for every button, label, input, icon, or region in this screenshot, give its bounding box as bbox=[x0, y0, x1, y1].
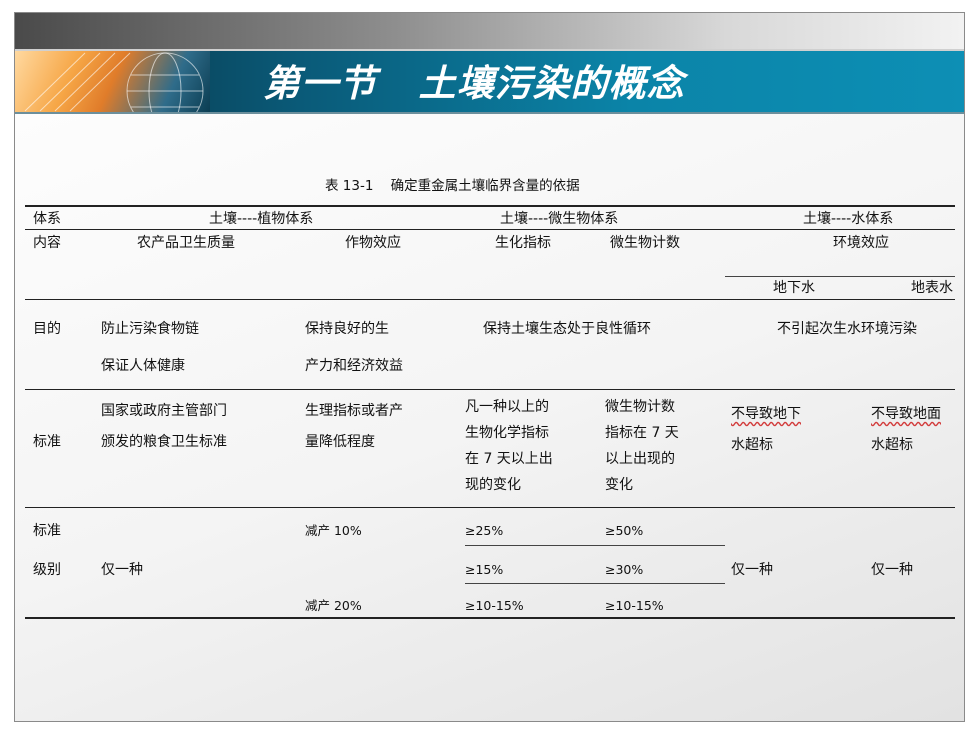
level-sub-rule bbox=[465, 545, 725, 546]
row-rule bbox=[25, 389, 955, 390]
standard-ground-1: 不导致地下 bbox=[731, 406, 801, 422]
standard-ground-2: 水超标 bbox=[731, 437, 773, 453]
standard-agri-2: 颁发的粮食卫生标准 bbox=[101, 434, 227, 450]
table-caption: 表 13-1 确定重金属土壤临界含量的依据 bbox=[325, 178, 580, 194]
label-content: 内容 bbox=[33, 235, 61, 251]
purpose-crop-1: 保持良好的生 bbox=[305, 321, 389, 337]
col-micro-count: 微生物计数 bbox=[610, 235, 680, 251]
title-banner: 第一节 土壤污染的概念 bbox=[15, 49, 964, 114]
purpose-water: 不引起次生水环境污染 bbox=[777, 321, 917, 337]
level-sub-rule bbox=[465, 583, 725, 584]
level-agri: 仅一种 bbox=[101, 562, 143, 578]
col-env-effect: 环境效应 bbox=[833, 235, 889, 251]
header-system: 体系 bbox=[33, 211, 61, 227]
standard-crop-1: 生理指标或者产 bbox=[305, 403, 403, 419]
standard-micro-4: 变化 bbox=[605, 477, 633, 493]
purpose-micro: 保持土壤生态处于良性循环 bbox=[483, 321, 651, 337]
label-purpose: 目的 bbox=[33, 321, 61, 337]
level-biochem-2: ≥15% bbox=[465, 562, 504, 577]
col-groundwater: 地下水 bbox=[773, 280, 815, 296]
table-bottom-rule bbox=[25, 617, 955, 619]
standard-biochem-1: 凡一种以上的 bbox=[465, 399, 549, 415]
col-surface-water: 地表水 bbox=[911, 280, 953, 296]
standard-surface-1: 不导致地面 bbox=[871, 406, 941, 422]
level-micro-1: ≥50% bbox=[605, 523, 644, 538]
col-agri-quality: 农产品卫生质量 bbox=[137, 235, 235, 251]
level-micro-2: ≥30% bbox=[605, 562, 644, 577]
standard-micro-1: 微生物计数 bbox=[605, 399, 675, 415]
level-micro-3: ≥10-15% bbox=[605, 598, 664, 613]
header-soil-water: 土壤----水体系 bbox=[803, 211, 894, 227]
standard-crop-2: 量降低程度 bbox=[305, 434, 375, 450]
standard-biochem-4: 现的变化 bbox=[465, 477, 521, 493]
standard-micro-2: 指标在 7 天 bbox=[605, 425, 679, 441]
col-crop-effect: 作物效应 bbox=[345, 235, 401, 251]
standard-micro-3: 以上出现的 bbox=[605, 451, 675, 467]
level-biochem-1: ≥25% bbox=[465, 523, 504, 538]
label-standard: 标准 bbox=[33, 434, 61, 450]
standard-biochem-3: 在 7 天以上出 bbox=[465, 451, 553, 467]
level-biochem-3: ≥10-15% bbox=[465, 598, 524, 613]
level-ground: 仅一种 bbox=[731, 562, 773, 578]
standard-biochem-2: 生物化学指标 bbox=[465, 425, 549, 441]
header-soil-plant: 土壤----植物体系 bbox=[209, 211, 314, 227]
purpose-agri-1: 防止污染食物链 bbox=[101, 321, 199, 337]
standard-surface-2: 水超标 bbox=[871, 437, 913, 453]
level-surface: 仅一种 bbox=[871, 562, 913, 578]
col-biochem: 生化指标 bbox=[495, 235, 551, 251]
purpose-crop-2: 产力和经济效益 bbox=[305, 358, 403, 374]
slide: 第一节 土壤污染的概念 表 13-1 确定重金属土壤临界含量的依据 体系 土壤-… bbox=[14, 12, 965, 722]
level-crop-2: 减产 20% bbox=[305, 598, 362, 613]
row-rule bbox=[25, 507, 955, 508]
label-level-2: 级别 bbox=[33, 562, 61, 578]
top-gradient-bar bbox=[15, 13, 964, 49]
banner-graphic bbox=[15, 51, 210, 112]
label-level-1: 标准 bbox=[33, 523, 61, 539]
standard-agri-1: 国家或政府主管部门 bbox=[101, 403, 227, 419]
globe-icon bbox=[24, 52, 204, 112]
purpose-agri-2: 保证人体健康 bbox=[101, 358, 185, 374]
slide-title: 第一节 土壤污染的概念 bbox=[263, 61, 685, 105]
header-soil-micro: 土壤----微生物体系 bbox=[500, 211, 619, 227]
table-top-rule bbox=[25, 205, 955, 207]
level-crop-1: 减产 10% bbox=[305, 523, 362, 538]
row-rule bbox=[25, 299, 955, 300]
